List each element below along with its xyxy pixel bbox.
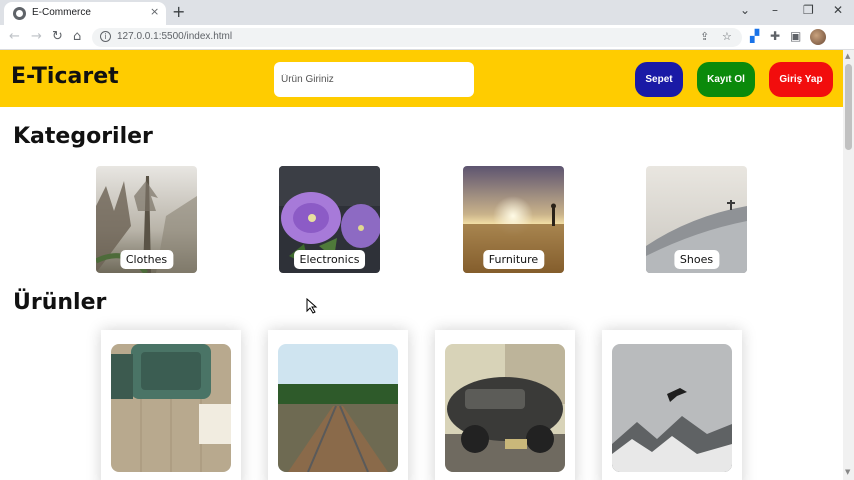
- scroll-up-icon[interactable]: ▲: [845, 52, 850, 60]
- category-label: Furniture: [482, 250, 545, 269]
- login-button[interactable]: Giriş Yap: [769, 62, 833, 97]
- address-bar[interactable]: i 127.0.0.1:5500/index.html ⇪ ☆: [92, 28, 742, 47]
- mouse-cursor-icon: [306, 298, 318, 314]
- category-card-furniture[interactable]: Furniture: [463, 166, 564, 273]
- minimize-icon[interactable]: –: [772, 3, 778, 17]
- products-title: Ürünler: [13, 290, 107, 315]
- extension-icon[interactable]: ▞: [750, 29, 759, 43]
- reload-icon[interactable]: ↻: [52, 29, 63, 44]
- product-image: [111, 344, 231, 472]
- close-tab-icon[interactable]: ×: [150, 5, 159, 18]
- category-card-shoes[interactable]: Shoes: [646, 166, 747, 273]
- new-tab-icon[interactable]: +: [172, 2, 185, 21]
- tab-title: E-Commerce: [32, 7, 91, 18]
- profile-avatar[interactable]: [810, 29, 826, 45]
- back-icon[interactable]: ←: [9, 29, 20, 44]
- product-image: [612, 344, 732, 472]
- restore-icon[interactable]: ❐: [803, 3, 814, 17]
- bookmark-star-icon[interactable]: ☆: [722, 30, 732, 43]
- browser-toolbar: ← → ↻ ⌂ i 127.0.0.1:5500/index.html ⇪ ☆: [0, 25, 854, 50]
- product-card[interactable]: [435, 330, 575, 480]
- category-label: Shoes: [673, 250, 720, 269]
- page-scrollbar[interactable]: ▲ ▼: [843, 50, 854, 480]
- scroll-down-icon[interactable]: ▼: [845, 468, 850, 476]
- site-logo[interactable]: E-Ticaret: [11, 64, 119, 89]
- site-header: E-Ticaret Sepet Kayıt Ol Giriş Yap: [0, 50, 843, 107]
- site-info-icon[interactable]: i: [100, 31, 111, 42]
- product-card[interactable]: [101, 330, 241, 480]
- share-icon[interactable]: ⇪: [700, 30, 709, 43]
- puzzle-icon[interactable]: ✚: [770, 29, 780, 43]
- search-input[interactable]: [274, 62, 474, 97]
- category-label: Clothes: [119, 250, 174, 269]
- page-viewport: E-Ticaret Sepet Kayıt Ol Giriş Yap Kateg…: [0, 50, 843, 480]
- register-button[interactable]: Kayıt Ol: [697, 62, 755, 97]
- product-card[interactable]: [602, 330, 742, 480]
- forward-icon[interactable]: →: [31, 29, 42, 44]
- tab-search-icon[interactable]: ⌄: [740, 3, 750, 17]
- browser-tab-strip: E-Commerce × + ⌄ – ❐ ✕: [0, 0, 854, 25]
- categories-title: Kategoriler: [13, 124, 153, 149]
- category-label: Electronics: [293, 250, 366, 269]
- side-panel-icon[interactable]: ▣: [790, 29, 801, 43]
- globe-icon: [13, 7, 26, 20]
- product-card[interactable]: [268, 330, 408, 480]
- window-close-icon[interactable]: ✕: [833, 3, 843, 17]
- browser-tab[interactable]: E-Commerce ×: [4, 2, 166, 25]
- scrollbar-thumb[interactable]: [845, 64, 852, 150]
- category-card-electronics[interactable]: Electronics: [279, 166, 380, 273]
- product-image: [278, 344, 398, 472]
- product-image: [445, 344, 565, 472]
- url-text: 127.0.0.1:5500/index.html: [117, 31, 233, 42]
- cart-button[interactable]: Sepet: [635, 62, 683, 97]
- category-card-clothes[interactable]: Clothes: [96, 166, 197, 273]
- home-icon[interactable]: ⌂: [73, 29, 81, 44]
